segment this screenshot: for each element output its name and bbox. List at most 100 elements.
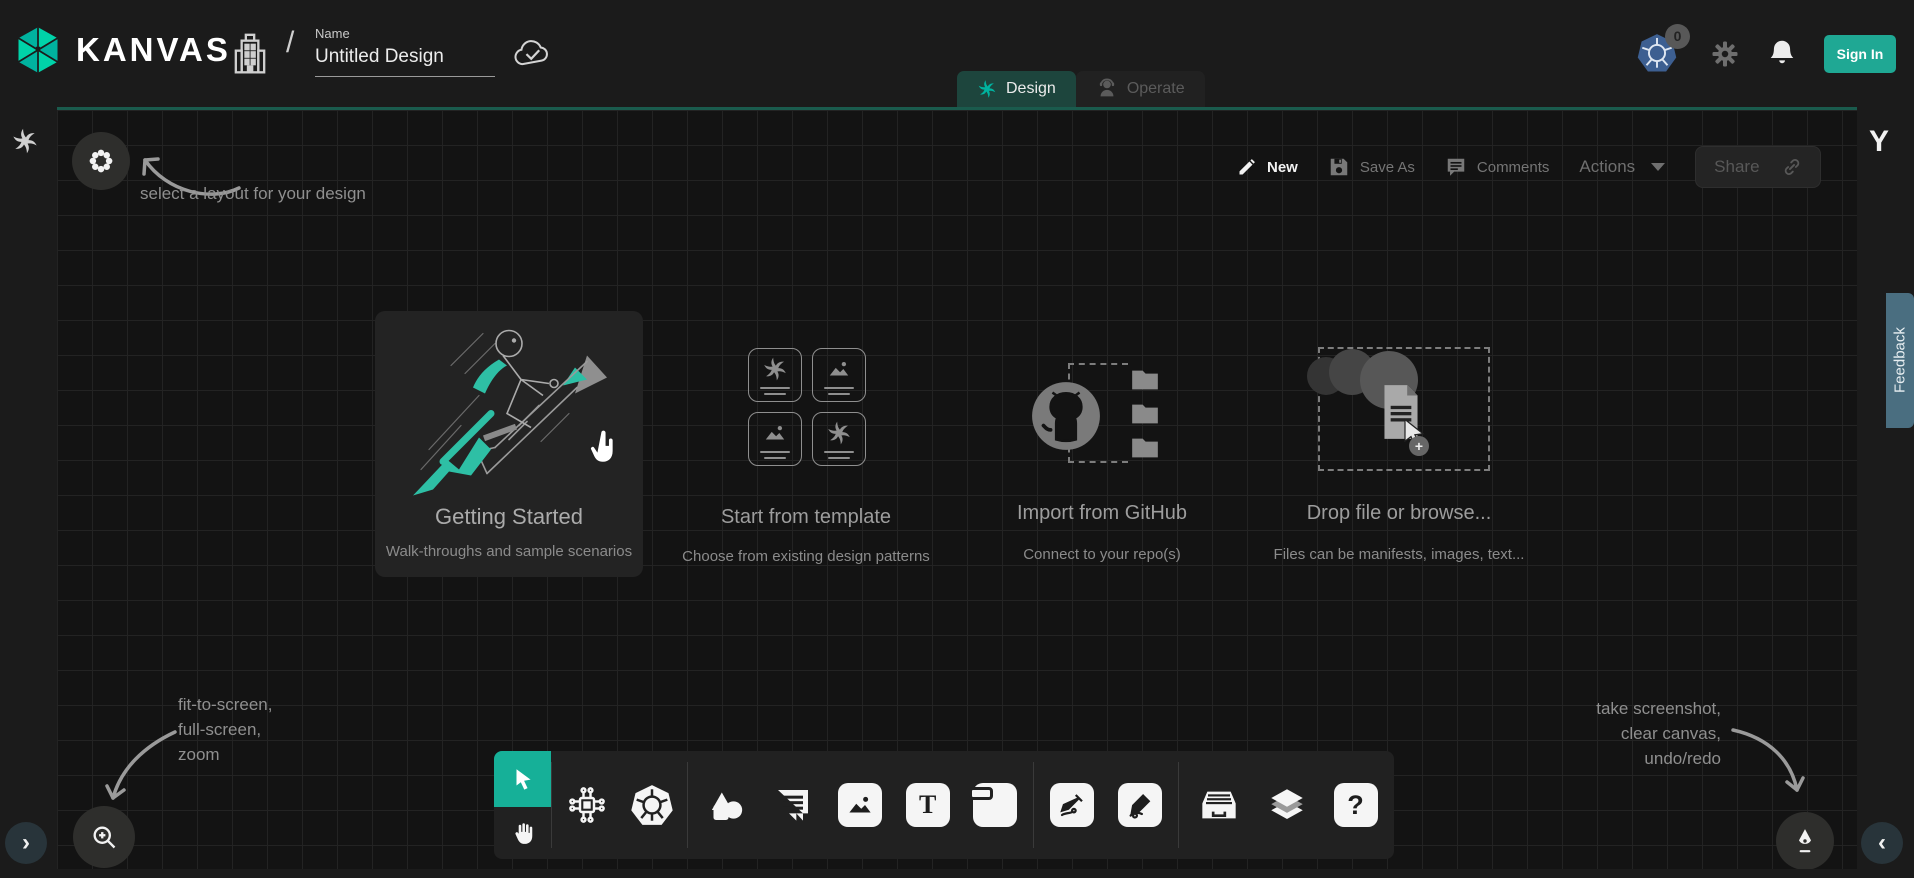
brand-name: KANVAS bbox=[76, 31, 231, 69]
pan-tool-button[interactable] bbox=[494, 809, 551, 859]
bottom-strip bbox=[0, 869, 1914, 878]
card-subtitle: Files can be manifests, images, text... bbox=[1249, 546, 1549, 563]
component-tool-button[interactable] bbox=[558, 784, 616, 826]
tab-design-label: Design bbox=[1006, 80, 1056, 98]
canvas-hints-text: take screenshot, clear canvas, undo/redo bbox=[1537, 696, 1721, 771]
layout-hint-text: select a layout for your design bbox=[140, 181, 366, 206]
operate-headset-icon bbox=[1096, 78, 1118, 100]
plus-badge-icon: + bbox=[1409, 436, 1429, 456]
organization-icon[interactable] bbox=[230, 30, 270, 78]
pointer-hand-cursor bbox=[587, 429, 621, 467]
comments-button[interactable]: Comments bbox=[1445, 156, 1550, 178]
sketch-tool-button[interactable] bbox=[1111, 783, 1169, 827]
template-thumb bbox=[748, 348, 802, 402]
question-mark-icon: ? bbox=[1334, 783, 1378, 827]
shapes-y-icon[interactable]: Y bbox=[1869, 125, 1889, 159]
text-T-icon: T bbox=[906, 783, 950, 827]
card-subtitle: Connect to your repo(s) bbox=[962, 546, 1242, 563]
layers-button[interactable] bbox=[1258, 784, 1316, 826]
sign-in-button[interactable]: Sign In bbox=[1824, 35, 1896, 73]
magnifier-plus-icon bbox=[90, 823, 118, 851]
left-panel bbox=[0, 107, 57, 878]
note-tool-button[interactable] bbox=[966, 783, 1024, 827]
pen-tool-button[interactable] bbox=[1043, 783, 1101, 827]
settings-gear-icon[interactable] bbox=[1710, 39, 1740, 69]
kubernetes-tool-button[interactable] bbox=[623, 782, 681, 828]
feedback-tab[interactable]: Feedback bbox=[1886, 293, 1914, 428]
card-title: Import from GitHub bbox=[962, 502, 1242, 525]
kubernetes-wheel-icon bbox=[629, 782, 675, 828]
template-thumb bbox=[812, 412, 866, 466]
pencil-scribble-icon bbox=[1125, 790, 1155, 820]
freehand-draw-button[interactable] bbox=[1776, 812, 1834, 870]
template-thumb bbox=[748, 412, 802, 466]
right-panel: Y bbox=[1857, 107, 1914, 878]
template-thumb bbox=[812, 348, 866, 402]
canvas-hint-arrow bbox=[1725, 722, 1815, 808]
getting-started-card[interactable]: Getting Started Walk-throughs and sample… bbox=[375, 311, 643, 577]
folder-icon bbox=[1128, 400, 1162, 428]
select-tool-button[interactable] bbox=[494, 751, 551, 807]
new-button[interactable]: New bbox=[1237, 157, 1298, 177]
component-circuit-icon bbox=[566, 784, 608, 826]
layout-selector-button[interactable] bbox=[72, 132, 130, 190]
folder-icon bbox=[1128, 366, 1162, 394]
new-pencil-icon bbox=[1237, 157, 1257, 177]
spiral-icon bbox=[826, 420, 852, 446]
chevron-left-icon: ‹ bbox=[1878, 829, 1886, 857]
actions-dropdown[interactable]: Actions bbox=[1579, 157, 1665, 177]
mode-tabs: Design Operate bbox=[957, 71, 1205, 107]
design-name-input[interactable] bbox=[315, 46, 495, 77]
brand[interactable]: KANVAS bbox=[12, 24, 231, 76]
design-canvas[interactable]: select a layout for your design New Save… bbox=[57, 107, 1857, 869]
comment-icon bbox=[773, 785, 813, 825]
breadcrumb-separator: / bbox=[286, 26, 294, 60]
rocket-illustration bbox=[391, 319, 631, 504]
app-header: KANVAS / Name Design bbox=[0, 0, 1914, 107]
saved-components-button[interactable] bbox=[1190, 785, 1248, 825]
image-icon bbox=[761, 420, 789, 446]
image-icon bbox=[845, 790, 875, 820]
meshery-spiral-icon bbox=[11, 127, 39, 155]
card-title: Start from template bbox=[666, 506, 946, 529]
cloud-saved-icon bbox=[512, 38, 552, 68]
pen-nib-icon bbox=[1792, 827, 1818, 855]
tab-operate[interactable]: Operate bbox=[1076, 71, 1205, 107]
save-as-button[interactable]: Save As bbox=[1328, 156, 1415, 178]
card-title: Drop file or browse... bbox=[1259, 502, 1539, 525]
note-icon bbox=[973, 783, 1017, 827]
layers-icon bbox=[1265, 784, 1309, 826]
expand-left-panel-button[interactable]: › bbox=[5, 822, 47, 864]
design-spiral-icon bbox=[977, 79, 997, 99]
shapes-icon bbox=[705, 785, 747, 825]
chevron-right-icon: › bbox=[22, 829, 30, 857]
tab-design[interactable]: Design bbox=[957, 71, 1076, 107]
pen-icon bbox=[1057, 790, 1087, 820]
notifications-bell-icon[interactable] bbox=[1768, 39, 1796, 69]
card-subtitle: Walk-throughs and sample scenarios bbox=[375, 543, 643, 560]
zoom-button[interactable] bbox=[73, 806, 135, 868]
comments-icon bbox=[1445, 156, 1467, 178]
collapse-right-panel-button[interactable]: ‹ bbox=[1861, 822, 1903, 864]
comment-tool-button[interactable] bbox=[764, 785, 822, 825]
k8s-context-switcher[interactable]: 0 bbox=[1636, 32, 1682, 76]
design-toolbar: T bbox=[494, 751, 1394, 859]
design-name-label: Name bbox=[315, 26, 350, 41]
card-title: Getting Started bbox=[375, 504, 643, 530]
github-icon bbox=[1029, 379, 1103, 453]
zoom-hint-arrow bbox=[97, 724, 187, 814]
shapes-tool-button[interactable] bbox=[697, 785, 755, 825]
chevron-down-icon bbox=[1651, 163, 1665, 171]
k8s-context-count-badge: 0 bbox=[1665, 24, 1690, 49]
cursor-icon bbox=[510, 766, 536, 792]
kanvas-logo-icon bbox=[12, 24, 64, 76]
share-link-icon bbox=[1782, 157, 1802, 177]
drawer-icon bbox=[1197, 785, 1241, 825]
help-button[interactable]: ? bbox=[1327, 783, 1385, 827]
image-tool-button[interactable] bbox=[831, 783, 889, 827]
text-tool-button[interactable]: T bbox=[899, 783, 957, 827]
hand-icon bbox=[510, 820, 536, 848]
share-button[interactable]: Share bbox=[1695, 146, 1820, 188]
folder-icon bbox=[1128, 434, 1162, 462]
save-floppy-icon bbox=[1328, 156, 1350, 178]
